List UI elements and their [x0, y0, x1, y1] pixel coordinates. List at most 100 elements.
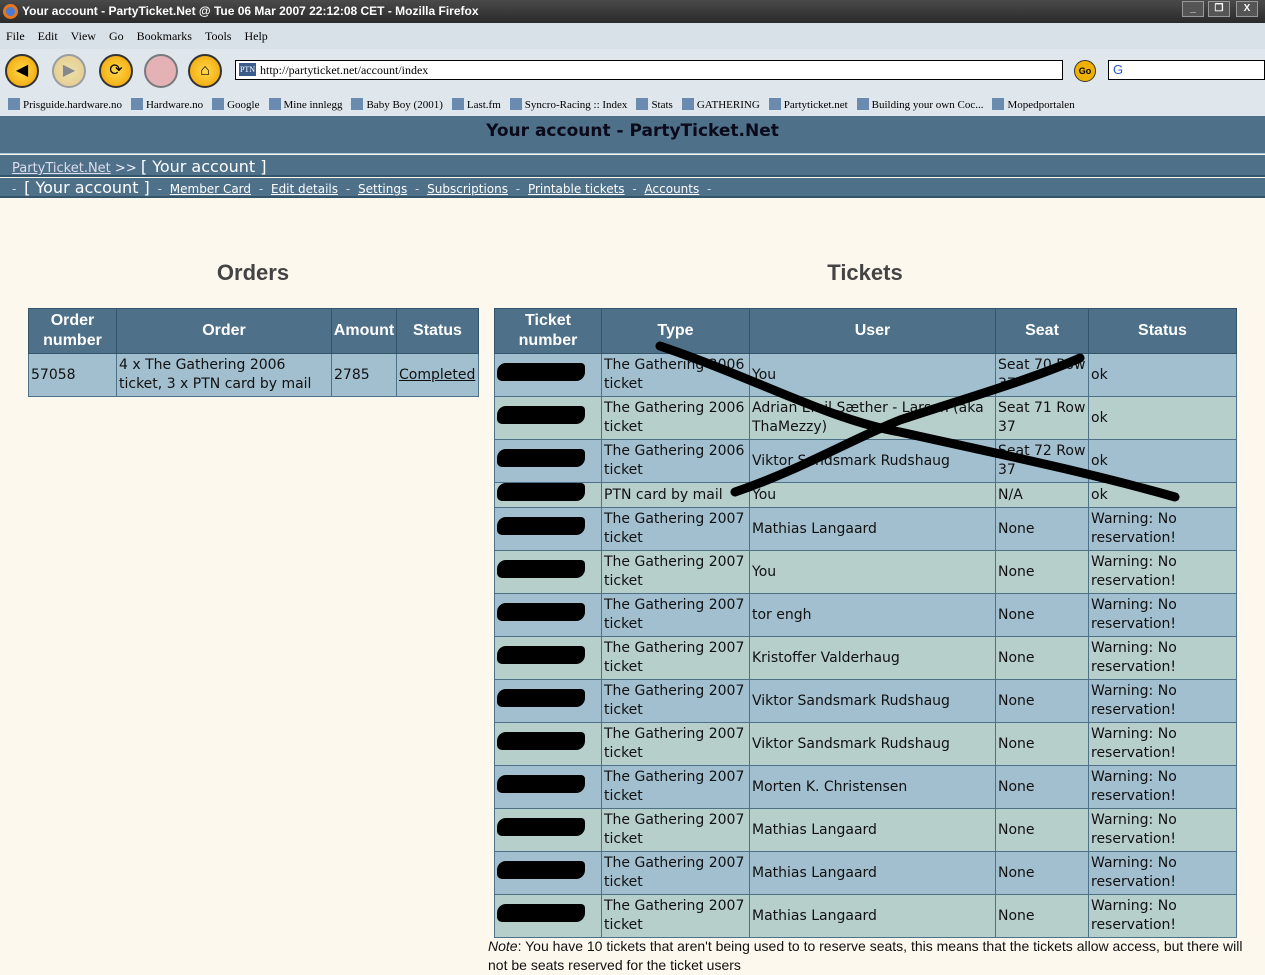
ticket-status: ok [1088, 482, 1237, 508]
ticket-row: The Gathering 2007 ticket Kristoffer Vald… [494, 636, 1237, 680]
search-box[interactable]: G [1108, 60, 1265, 80]
breadcrumb-home-link[interactable]: PartyTicket.Net [12, 161, 111, 176]
ticket-type: The Gathering 2007 ticket [601, 636, 750, 680]
redacted-ticket-number[interactable] [497, 818, 585, 836]
ticket-type: The Gathering 2007 ticket [601, 722, 750, 766]
ticket-type: The Gathering 2006 ticket [601, 396, 750, 440]
bookmark-item[interactable]: Stats [636, 98, 673, 111]
subnav-subscriptions[interactable]: Subscriptions [427, 182, 508, 196]
col-ticket-number: Ticket number [494, 308, 602, 354]
redacted-ticket-number[interactable] [497, 517, 585, 535]
ticket-seat: None [995, 679, 1089, 723]
bookmark-item[interactable]: Last.fm [451, 98, 501, 111]
ticket-seat: None [995, 765, 1089, 809]
redacted-ticket-number[interactable] [497, 861, 585, 879]
orders-heading: Orders [216, 260, 290, 285]
subnav-printable-tickets[interactable]: Printable tickets [528, 182, 625, 196]
note-label: Note [488, 938, 518, 954]
menu-tools[interactable]: Tools [205, 29, 232, 43]
page-title: Your account - PartyTicket.Net [486, 121, 779, 141]
menu-bookmarks[interactable]: Bookmarks [137, 29, 192, 43]
go-button[interactable]: Go [1074, 60, 1096, 82]
orders-table: Order number Order Amount Status 57058 4… [28, 308, 479, 397]
subnav-accounts[interactable]: Accounts [645, 182, 700, 196]
ticket-user: Viktor Sandsmark Rudshaug [749, 679, 996, 723]
breadcrumb: PartyTicket.Net >> [ Your account ] [0, 155, 1265, 177]
site-favicon: PTN [239, 63, 256, 76]
col-order-number: Order number [28, 308, 117, 354]
minimize-button[interactable]: _ [1182, 1, 1204, 17]
breadcrumb-current: [ Your account ] [140, 157, 267, 176]
ticket-seat: None [995, 722, 1089, 766]
bookmark-item[interactable]: Prisguide.hardware.no [8, 98, 122, 111]
ticket-type: The Gathering 2007 ticket [601, 851, 750, 895]
bookmark-label: Syncro-Racing :: Index [524, 99, 628, 111]
ticket-status: Warning: No reservation! [1088, 808, 1237, 852]
ticket-type: The Gathering 2007 ticket [601, 507, 750, 551]
ticket-user: Mathias Langaard [749, 808, 996, 852]
forward-button[interactable]: ▶ [52, 54, 86, 88]
ticket-user: Mathias Langaard [749, 851, 996, 895]
ticket-user: You [749, 353, 996, 397]
ticket-user: Kristoffer Valderhaug [749, 636, 996, 680]
redacted-ticket-number[interactable] [497, 483, 585, 501]
bookmark-item[interactable]: GATHERING [681, 98, 760, 111]
bookmark-favicon-icon [8, 98, 20, 110]
bookmark-item[interactable]: Syncro-Racing :: Index [509, 98, 628, 111]
bookmark-favicon-icon [451, 98, 464, 110]
bookmark-item[interactable]: Mine innlegg [268, 98, 342, 111]
redacted-ticket-number[interactable] [497, 406, 585, 424]
redacted-ticket-number[interactable] [497, 449, 585, 467]
bookmark-favicon-icon [768, 98, 781, 110]
close-button[interactable]: X [1236, 1, 1258, 17]
ticket-user: Viktor Sandsmark Rudshaug [749, 722, 996, 766]
menu-go[interactable]: Go [109, 29, 124, 43]
bookmark-item[interactable]: Hardware.no [130, 98, 203, 111]
redacted-ticket-number[interactable] [497, 775, 585, 793]
window-title: Your account - PartyTicket.Net @ Tue 06 … [22, 4, 479, 18]
bookmark-label: GATHERING [696, 99, 760, 111]
bookmark-item[interactable]: Baby Boy (2001) [351, 98, 443, 111]
restore-button[interactable]: ❐ [1208, 1, 1230, 17]
menu-edit[interactable]: Edit [38, 29, 58, 43]
redacted-ticket-number[interactable] [497, 560, 585, 578]
home-button[interactable]: ⌂ [188, 54, 222, 88]
redacted-ticket-number[interactable] [497, 904, 585, 922]
bookmark-item[interactable]: Google [212, 98, 260, 111]
ticket-row: The Gathering 2007 ticket You None Warning:… [494, 550, 1237, 594]
bookmark-item[interactable]: Partyticket.net [768, 98, 848, 111]
col-type: Type [601, 308, 750, 354]
redacted-ticket-number[interactable] [497, 603, 585, 621]
redacted-ticket-number[interactable] [497, 732, 585, 750]
address-bar[interactable]: PTN http://partyticket.net/account/index [235, 60, 1063, 80]
ticket-status: Warning: No reservation! [1088, 593, 1237, 637]
ticket-user: Morten K. Christensen [749, 765, 996, 809]
subnav-edit-details[interactable]: Edit details [271, 182, 338, 196]
ticket-type: The Gathering 2007 ticket [601, 593, 750, 637]
menu-help[interactable]: Help [244, 29, 267, 43]
menu-view[interactable]: View [71, 29, 96, 43]
bookmark-label: Partyticket.net [783, 99, 848, 111]
order-status-link[interactable]: Completed [399, 367, 475, 383]
menu-file[interactable]: File [6, 29, 25, 43]
breadcrumb-separator: >> [114, 161, 137, 176]
subnav-member-card[interactable]: Member Card [170, 182, 251, 196]
bookmark-label: Building your own Coc... [871, 99, 984, 111]
bookmark-favicon-icon [268, 98, 281, 110]
ticket-seat: None [995, 636, 1089, 680]
redacted-ticket-number[interactable] [497, 363, 585, 381]
bookmark-item[interactable]: Mopedportalen [992, 98, 1075, 111]
ticket-type: The Gathering 2007 ticket [601, 765, 750, 809]
stop-button[interactable] [144, 54, 178, 88]
back-button[interactable]: ◀ [5, 54, 39, 88]
subnav-settings[interactable]: Settings [358, 182, 407, 196]
redacted-ticket-number[interactable] [497, 646, 585, 664]
ticket-row: The Gathering 2006 ticket You Seat 70 Row … [494, 353, 1237, 397]
redacted-ticket-number[interactable] [497, 689, 585, 707]
ticket-type: The Gathering 2007 ticket [601, 550, 750, 594]
ticket-user: Viktor Sandsmark Rudshaug [749, 439, 996, 483]
ticket-status: ok [1088, 353, 1237, 397]
reload-button[interactable]: ⟳ [99, 54, 133, 88]
page-header: Your account - PartyTicket.Net [0, 116, 1265, 154]
bookmark-item[interactable]: Building your own Coc... [856, 98, 984, 111]
